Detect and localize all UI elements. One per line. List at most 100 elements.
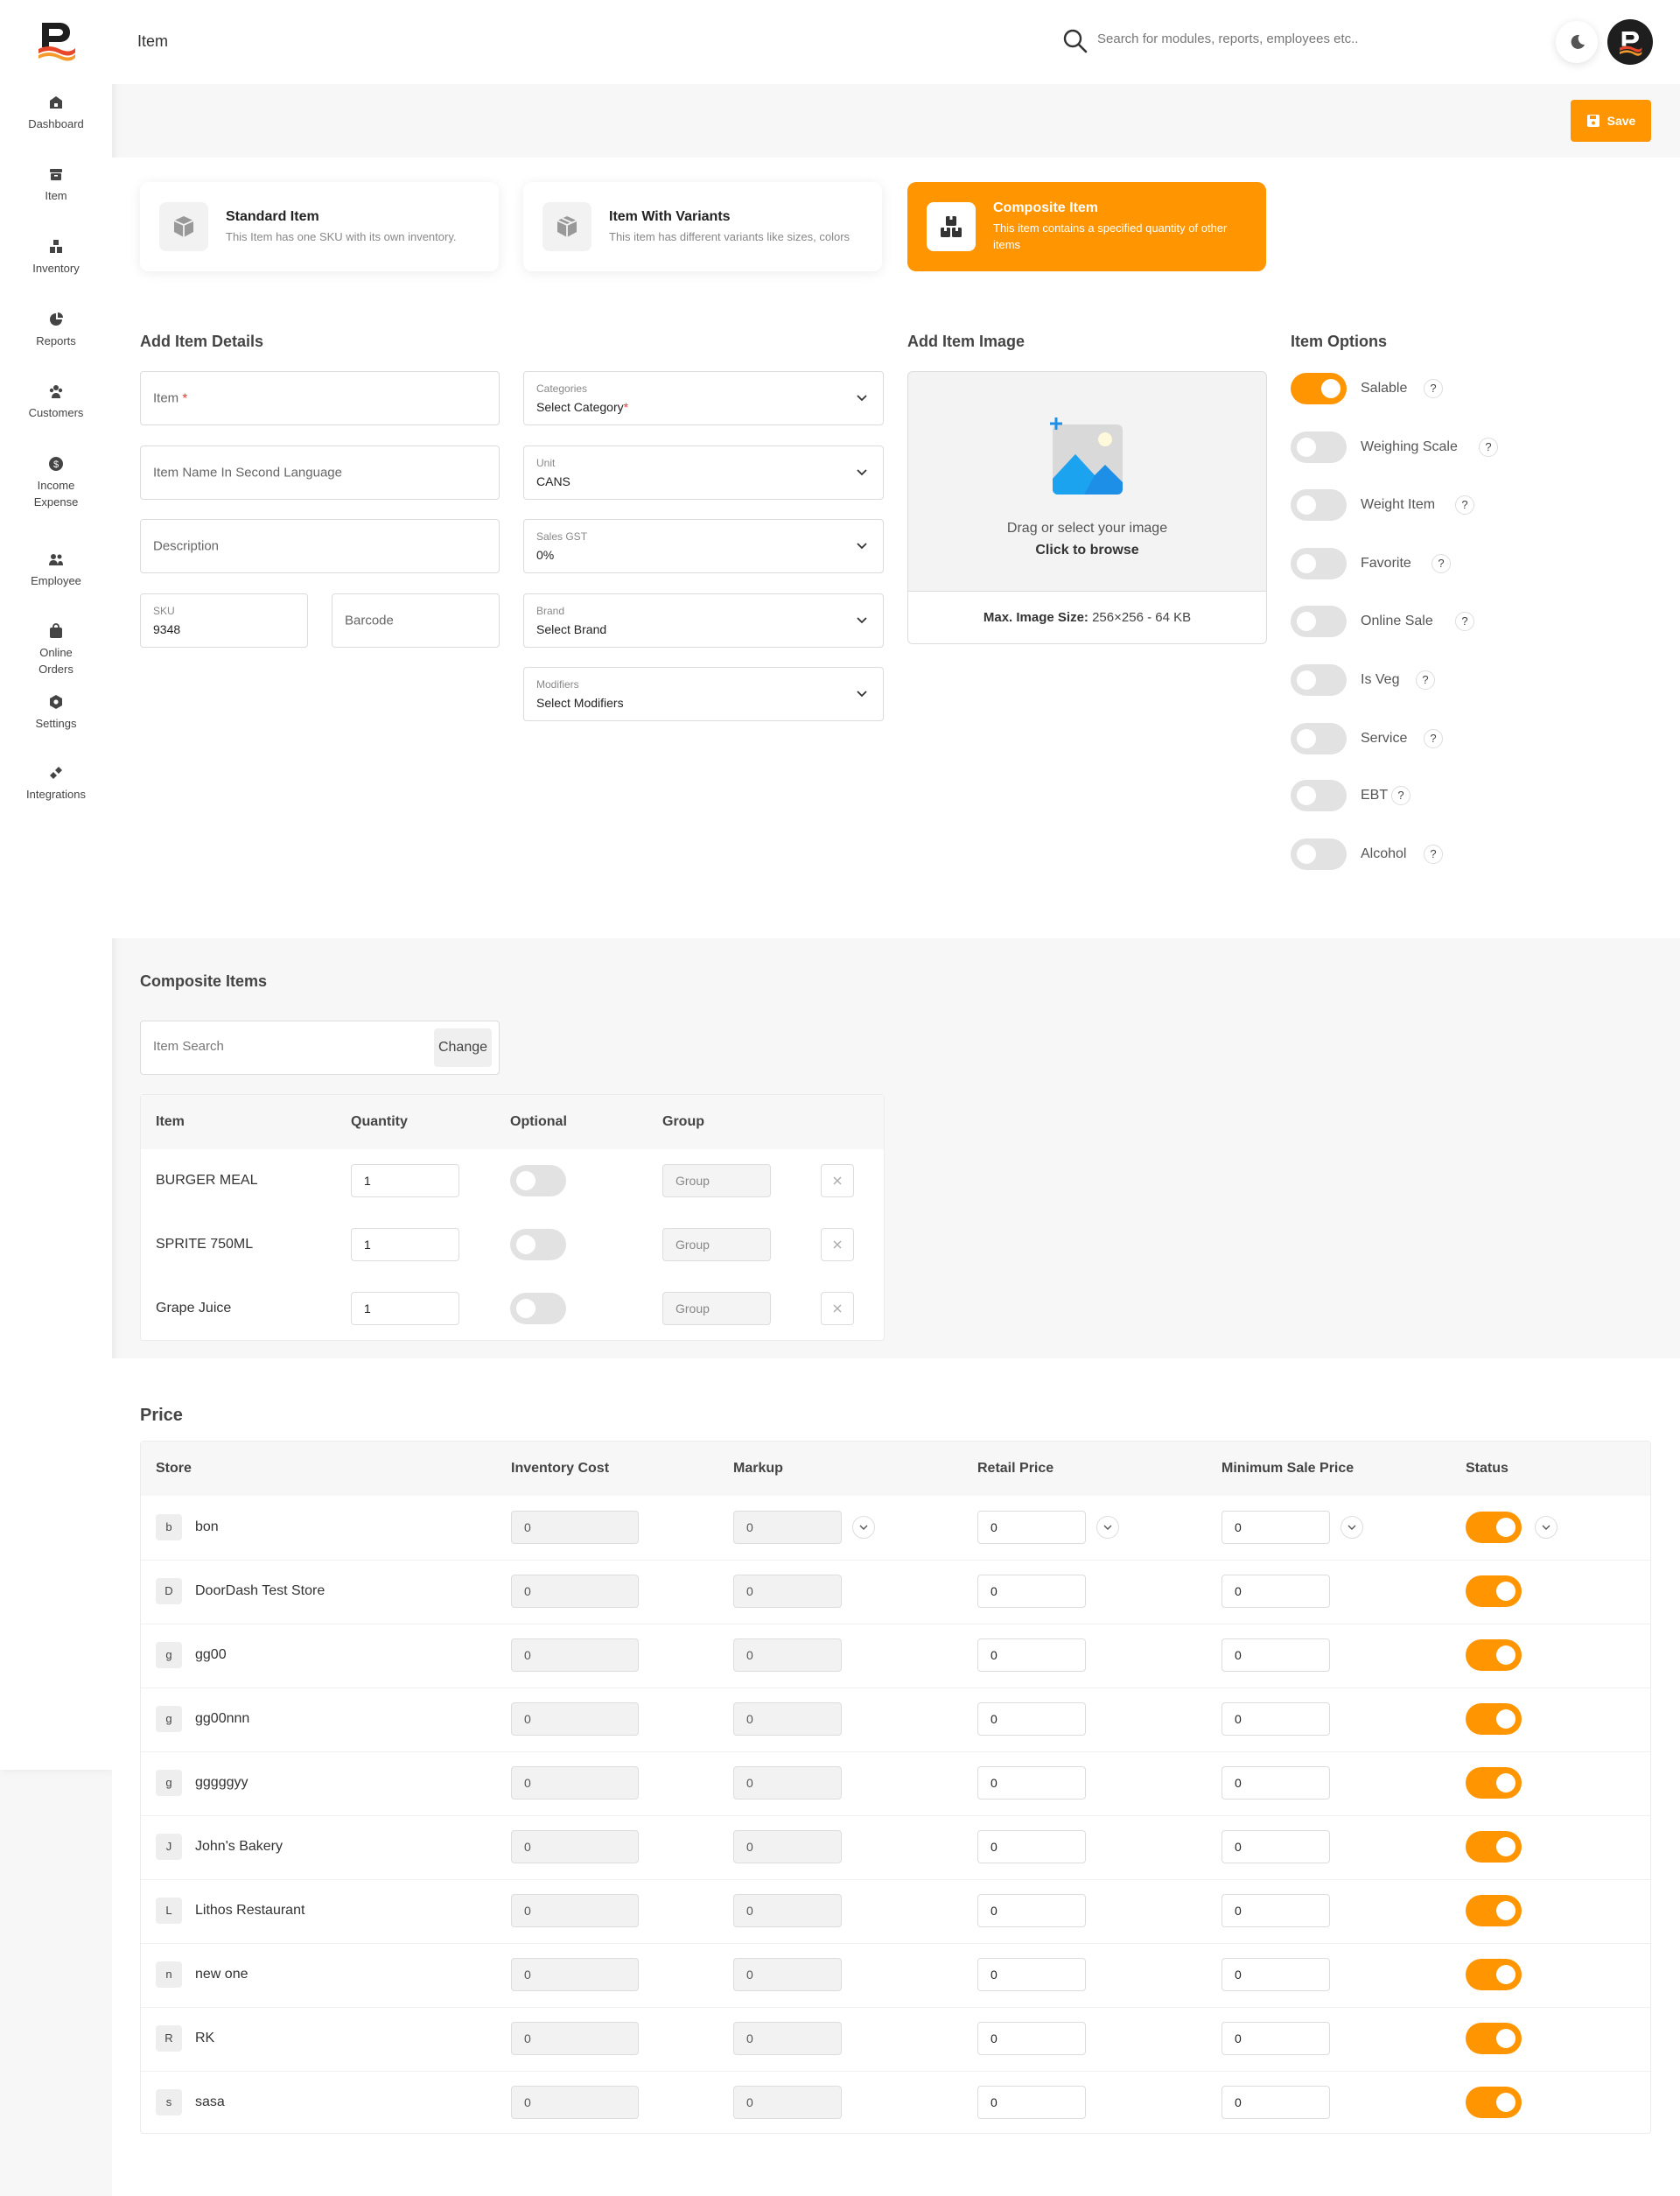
markup-input[interactable]: 0 [733,1766,842,1800]
group-input[interactable]: Group [662,1292,771,1325]
sku-field[interactable]: SKU 9348 [140,593,308,648]
inventory-cost-input[interactable]: 0 [511,1766,639,1800]
sidebar-item-customers[interactable]: Customers [0,383,112,421]
sidebar-item-integrations[interactable]: Integrations [0,765,112,803]
help-icon[interactable]: ? [1391,786,1410,805]
markup-input[interactable]: 0 [733,1958,842,1991]
minimum-sale-price-input[interactable]: 0 [1222,2022,1330,2055]
help-icon[interactable]: ? [1424,729,1443,748]
quantity-input[interactable]: 1 [351,1228,459,1261]
optional-toggle[interactable] [510,1165,566,1196]
composite-item-card[interactable]: Composite Item This item contains a spec… [907,182,1266,271]
retail-price-input[interactable]: 0 [977,1638,1086,1672]
favorite-toggle[interactable] [1291,548,1347,579]
help-icon[interactable]: ? [1479,438,1498,457]
weighing-scale-toggle[interactable] [1291,431,1347,463]
save-button[interactable]: Save [1571,100,1651,142]
inventory-cost-input[interactable]: 0 [511,1575,639,1608]
item-search-input[interactable] [153,1039,381,1054]
retail-price-input[interactable]: 0 [977,1958,1086,1991]
modifiers-select[interactable]: Modifiers Select Modifiers [523,667,884,721]
minimum-sale-price-input[interactable]: 0 [1222,1766,1330,1800]
retail-price-input[interactable]: 0 [977,2086,1086,2119]
barcode-field[interactable]: Barcode [332,593,500,648]
minimum-sale-price-input[interactable]: 0 [1222,1958,1330,1991]
sidebar-item-dashboard[interactable]: Dashboard [0,95,112,132]
remove-button[interactable] [821,1292,854,1325]
markup-input[interactable]: 0 [733,1638,842,1672]
group-input[interactable]: Group [662,1228,771,1261]
quantity-input[interactable]: 1 [351,1164,459,1197]
retail-price-input[interactable]: 0 [977,1702,1086,1736]
minimum-sale-price-input[interactable]: 0 [1222,1638,1330,1672]
minimum-sale-price-input[interactable]: 0 [1222,1575,1330,1608]
status-toggle[interactable] [1466,1895,1522,1926]
remove-button[interactable] [821,1164,854,1197]
apply-all-button[interactable] [1340,1516,1363,1539]
status-toggle[interactable] [1466,1512,1522,1543]
search-input[interactable] [1097,32,1395,46]
sidebar-item-online-orders[interactable]: Online Orders [0,623,112,677]
sidebar-item-income-expense[interactable]: $ Income Expense [0,456,112,510]
apply-all-button[interactable] [1535,1516,1558,1539]
apply-all-button[interactable] [1096,1516,1119,1539]
second-language-field[interactable]: Item Name In Second Language [140,446,500,500]
sidebar-item-reports[interactable]: Reports [0,312,112,349]
unit-select[interactable]: Unit CANS [523,446,884,500]
remove-button[interactable] [821,1228,854,1261]
status-toggle[interactable] [1466,1639,1522,1671]
retail-price-input[interactable]: 0 [977,1766,1086,1800]
standard-item-card[interactable]: Standard Item This Item has one SKU with… [140,182,499,271]
minimum-sale-price-input[interactable]: 0 [1222,1511,1330,1544]
categories-select[interactable]: Categories Select Category* [523,371,884,425]
markup-input[interactable]: 0 [733,2022,842,2055]
status-toggle[interactable] [1466,1831,1522,1863]
help-icon[interactable]: ? [1432,554,1451,573]
minimum-sale-price-input[interactable]: 0 [1222,1894,1330,1927]
retail-price-input[interactable]: 0 [977,1894,1086,1927]
alcohol-toggle[interactable] [1291,838,1347,870]
item-name-field[interactable]: Item * [140,371,500,425]
search-icon[interactable] [1062,28,1088,54]
status-toggle[interactable] [1466,2087,1522,2118]
apply-all-button[interactable] [852,1516,875,1539]
help-icon[interactable]: ? [1455,495,1474,515]
status-toggle[interactable] [1466,1767,1522,1799]
retail-price-input[interactable]: 0 [977,2022,1086,2055]
inventory-cost-input[interactable]: 0 [511,1638,639,1672]
quantity-input[interactable]: 1 [351,1292,459,1325]
weight-item-toggle[interactable] [1291,489,1347,521]
markup-input[interactable]: 0 [733,2086,842,2119]
browse-link[interactable]: Click to browse [908,543,1266,558]
online-sale-toggle[interactable] [1291,606,1347,637]
help-icon[interactable]: ? [1424,845,1443,864]
minimum-sale-price-input[interactable]: 0 [1222,2086,1330,2119]
salable-toggle[interactable] [1291,373,1347,404]
sidebar-item-settings[interactable]: Settings [0,694,112,732]
status-toggle[interactable] [1466,1703,1522,1735]
status-toggle[interactable] [1466,2023,1522,2054]
markup-input[interactable]: 0 [733,1702,842,1736]
sidebar-item-inventory[interactable]: Inventory [0,239,112,277]
theme-toggle-button[interactable] [1556,21,1598,63]
is-veg-toggle[interactable] [1291,664,1347,696]
sales-gst-select[interactable]: Sales GST 0% [523,519,884,573]
retail-price-input[interactable]: 0 [977,1511,1086,1544]
sidebar-item-employee[interactable]: Employee [0,551,112,589]
status-toggle[interactable] [1466,1575,1522,1607]
help-icon[interactable]: ? [1416,670,1435,690]
image-dropzone[interactable]: Drag or select your image Click to brows… [908,372,1266,591]
change-button[interactable]: Change [434,1028,492,1067]
status-toggle[interactable] [1466,1959,1522,1990]
optional-toggle[interactable] [510,1293,566,1324]
inventory-cost-input[interactable]: 0 [511,1511,639,1544]
inventory-cost-input[interactable]: 0 [511,2086,639,2119]
sidebar-item-item[interactable]: Item [0,166,112,204]
help-icon[interactable]: ? [1455,612,1474,631]
markup-input[interactable]: 0 [733,1575,842,1608]
inventory-cost-input[interactable]: 0 [511,1894,639,1927]
markup-input[interactable]: 0 [733,1894,842,1927]
inventory-cost-input[interactable]: 0 [511,1830,639,1863]
variants-item-card[interactable]: Item With Variants This item has differe… [523,182,882,271]
markup-input[interactable]: 0 [733,1830,842,1863]
